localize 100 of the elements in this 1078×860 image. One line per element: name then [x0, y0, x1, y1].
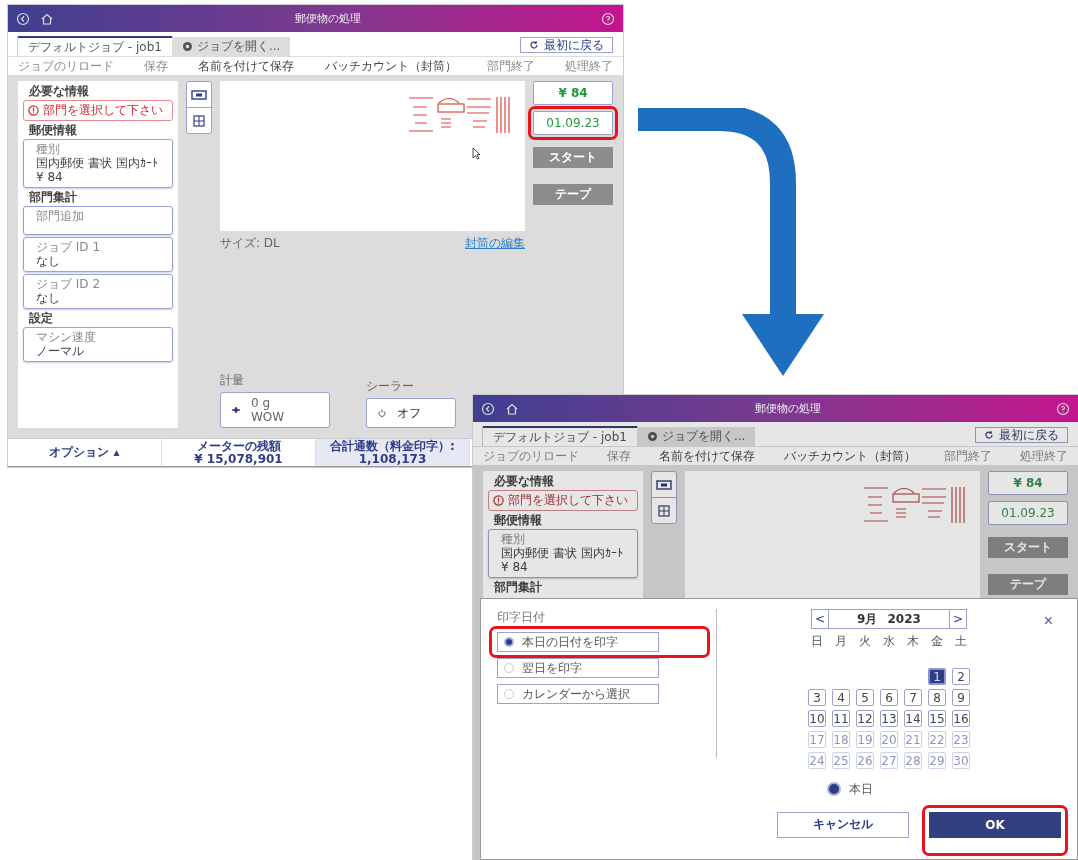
error-text: 部門を選択して下さい	[508, 493, 628, 508]
card-value: なし	[36, 254, 61, 268]
ok-button[interactable]: OK	[929, 811, 1061, 838]
section-heading: 郵便情報	[28, 123, 78, 137]
calendar-day[interactable]: 8	[928, 689, 946, 706]
card-label: 部門追加	[36, 209, 85, 223]
info-card[interactable]: ジョブ ID 1 なし	[23, 237, 173, 272]
calendar-day[interactable]: 6	[880, 689, 898, 706]
info-card[interactable]: 種別 国内郵便 書状 国内ｶｰﾄ ¥ 84	[23, 139, 173, 188]
envelope-icon[interactable]	[191, 88, 207, 101]
calendar-day[interactable]: 7	[904, 689, 922, 706]
weight-label: 計量	[220, 372, 245, 389]
weekday-label: 水	[882, 633, 896, 650]
weekday-label: 木	[906, 633, 920, 650]
size-label: サイズ: DL	[220, 235, 280, 252]
close-button[interactable]: ×	[1043, 613, 1053, 629]
date-box[interactable]: 01.09.23	[533, 111, 613, 135]
field-label: 印字日付	[497, 609, 546, 626]
radio-icon[interactable]	[827, 782, 841, 796]
radio-label: 本日	[849, 780, 873, 798]
section-heading: 郵便情報	[493, 513, 543, 527]
home-icon[interactable]	[40, 11, 54, 26]
calendar-day[interactable]: 1	[928, 668, 946, 685]
alert-icon	[28, 105, 39, 116]
weight-value: 0 g	[251, 396, 272, 410]
refresh-icon	[984, 430, 994, 440]
toolbar-item[interactable]: 名前を付けて保存	[198, 59, 295, 73]
calendar-day[interactable]: 4	[832, 689, 850, 706]
toolbar-item[interactable]: バッチカウント（封筒）	[324, 59, 457, 73]
price-display: ¥ 84	[988, 471, 1068, 495]
power-icon	[377, 408, 387, 418]
weekday-label: 火	[858, 633, 872, 650]
radio-option[interactable]: カレンダーから選択	[497, 684, 659, 704]
card-value: ノーマル	[36, 344, 85, 358]
section-heading: 必要な情報	[28, 84, 90, 98]
tab[interactable]: デフォルトジョブ - job1	[483, 426, 637, 446]
reset-button[interactable]: 最初に戻る	[975, 427, 1068, 443]
toolbar-item[interactable]: バッチカウント（封筒）	[783, 449, 916, 463]
card-value: なし	[36, 291, 61, 305]
calendar-day[interactable]: 11	[832, 710, 850, 727]
home-icon[interactable]	[505, 401, 519, 416]
grid-icon[interactable]	[658, 504, 670, 517]
cancel-button[interactable]: キャンセル	[777, 811, 909, 838]
envelope-icon[interactable]	[656, 478, 672, 491]
weight-field[interactable]: 0 g WOW	[220, 392, 330, 428]
price-display: ¥ 84	[533, 81, 613, 105]
calendar-day[interactable]: 10	[808, 710, 826, 727]
toolbar-item[interactable]: 名前を付けて保存	[659, 449, 756, 463]
grid-icon[interactable]	[193, 114, 205, 127]
calendar-day[interactable]: 15	[928, 710, 946, 727]
calendar-day[interactable]: 2	[952, 668, 970, 685]
weekday-label: 日	[810, 633, 824, 650]
card-label: 種別	[36, 142, 61, 156]
info-card[interactable]: 種別 国内郵便 書状 国内ｶｰﾄ ¥ 84	[488, 529, 638, 578]
card-value: 国内郵便 書状 国内ｶｰﾄ	[36, 156, 159, 170]
month-label: 9月	[857, 610, 878, 628]
year-label: 2023	[887, 612, 921, 626]
window-title: 郵便物の処理	[293, 11, 362, 26]
help-icon[interactable]	[601, 11, 615, 26]
calendar-day[interactable]: 5	[856, 689, 874, 706]
card-value: 国内郵便 書状 国内ｶｰﾄ	[501, 546, 624, 560]
section-heading: 設定	[28, 311, 54, 325]
calendar-day[interactable]: 12	[856, 710, 874, 727]
footer-tab[interactable]: 合計通数（料金印字）: 1,108,173	[316, 439, 470, 466]
back-icon[interactable]	[481, 401, 495, 416]
help-icon[interactable]	[1056, 401, 1070, 416]
window-title: 郵便物の処理	[753, 401, 822, 416]
calendar-day[interactable]: 9	[952, 689, 970, 706]
calendar-day[interactable]: 16	[952, 710, 970, 727]
card-label: マシン速度	[36, 330, 97, 344]
alert-icon	[493, 495, 504, 506]
card-value: ¥ 84	[36, 170, 64, 184]
back-icon[interactable]	[16, 11, 30, 26]
date-box[interactable]: 01.09.23	[988, 501, 1068, 525]
card-value: ¥ 84	[501, 560, 529, 574]
tab[interactable]: ジョブを開く...	[171, 37, 291, 56]
cursor-icon	[472, 147, 481, 160]
tab[interactable]: ジョブを開く...	[636, 427, 756, 446]
calendar-day[interactable]: 3	[808, 689, 826, 706]
info-card[interactable]: 部門追加	[23, 206, 173, 235]
weekday-label: 土	[954, 633, 968, 650]
radio-option[interactable]: 本日の日付を印字	[497, 632, 659, 652]
info-card[interactable]: ジョブ ID 2 なし	[23, 274, 173, 309]
footer-tab[interactable]: オプション ▴	[8, 439, 162, 466]
sealer-field[interactable]: オフ	[366, 398, 456, 428]
sealer-label: シーラー	[366, 378, 415, 395]
card-label: ジョブ ID 1	[36, 240, 102, 254]
section-heading: 必要な情報	[493, 474, 555, 488]
tab[interactable]: デフォルトジョブ - job1	[18, 36, 172, 56]
card-label: 種別	[501, 532, 526, 546]
section-heading: 部門集計	[493, 580, 543, 594]
calendar-day[interactable]: 13	[880, 710, 898, 727]
error-text: 部門を選択して下さい	[43, 103, 163, 118]
calendar-day[interactable]: 14	[904, 710, 922, 727]
refresh-icon	[529, 40, 539, 50]
info-card[interactable]: マシン速度 ノーマル	[23, 327, 173, 362]
radio-option[interactable]: 翌日を印字	[497, 658, 659, 678]
card-label: ジョブ ID 2	[36, 277, 102, 291]
section-heading: 部門集計	[28, 190, 78, 204]
reset-button[interactable]: 最初に戻る	[520, 37, 613, 53]
